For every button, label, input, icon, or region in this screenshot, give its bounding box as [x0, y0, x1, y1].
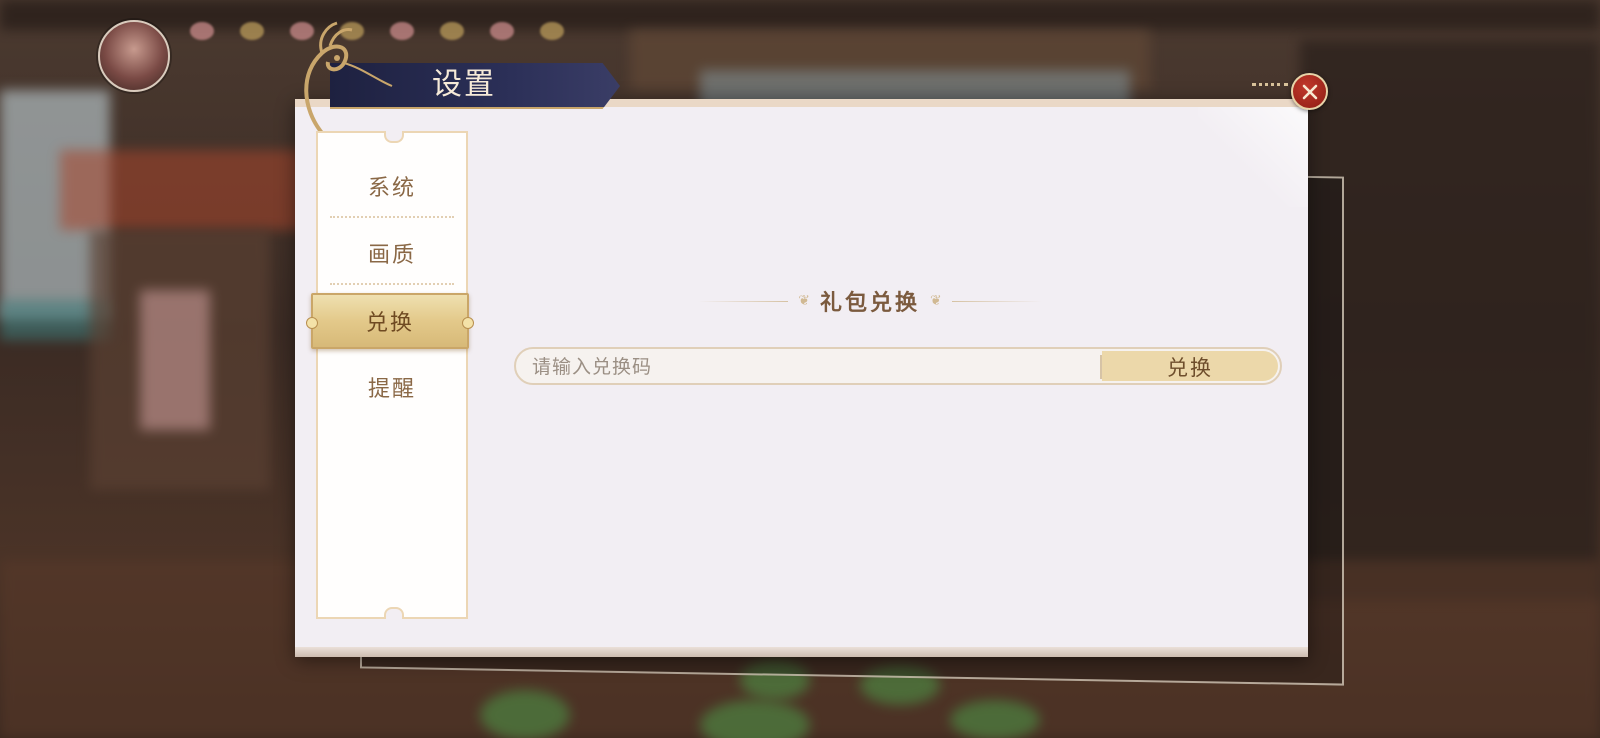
close-decoration: [1252, 83, 1288, 92]
sidebar: 系统 画质 提醒: [316, 131, 468, 619]
panel-gloss: [1198, 107, 1308, 207]
redeem-button[interactable]: 兑换: [1102, 351, 1278, 381]
nav-divider: [330, 216, 454, 218]
title-rule: [951, 300, 1042, 302]
page-title: 设置: [432, 67, 496, 102]
sidebar-item-graphics[interactable]: 画质: [318, 220, 466, 286]
sidebar-item-redeem[interactable]: 兑换: [306, 293, 474, 349]
pin-icon: [462, 317, 474, 329]
lotus-ornament-icon: ❦: [930, 293, 942, 309]
hud-icon: [440, 22, 464, 40]
deer-ornament-icon: [304, 21, 393, 135]
redeem-code-input[interactable]: [530, 349, 1094, 383]
sidebar-item-system[interactable]: 系统: [318, 153, 466, 219]
nav-divider: [330, 283, 454, 285]
lotus-ornament-icon: ❦: [798, 293, 810, 309]
hud-icon: [190, 22, 214, 40]
sidebar-notch: [384, 607, 404, 619]
close-icon: [1302, 84, 1317, 99]
pin-icon: [306, 317, 318, 329]
sidebar-item-label: 兑换: [365, 311, 414, 336]
section-title-text: 礼包兑换: [819, 290, 920, 316]
hud-icon: [540, 22, 564, 40]
section-title: ❦ 礼包兑换 ❦: [690, 284, 1050, 318]
sidebar-notch: [384, 131, 404, 143]
title-rule: [698, 300, 789, 302]
avatar[interactable]: [98, 20, 170, 92]
close-button[interactable]: [1291, 73, 1328, 110]
redeem-code-field: 兑换: [514, 347, 1282, 385]
hud-icon: [490, 22, 514, 40]
hud-icon: [240, 22, 264, 40]
sidebar-item-reminder[interactable]: 提醒: [318, 354, 466, 420]
